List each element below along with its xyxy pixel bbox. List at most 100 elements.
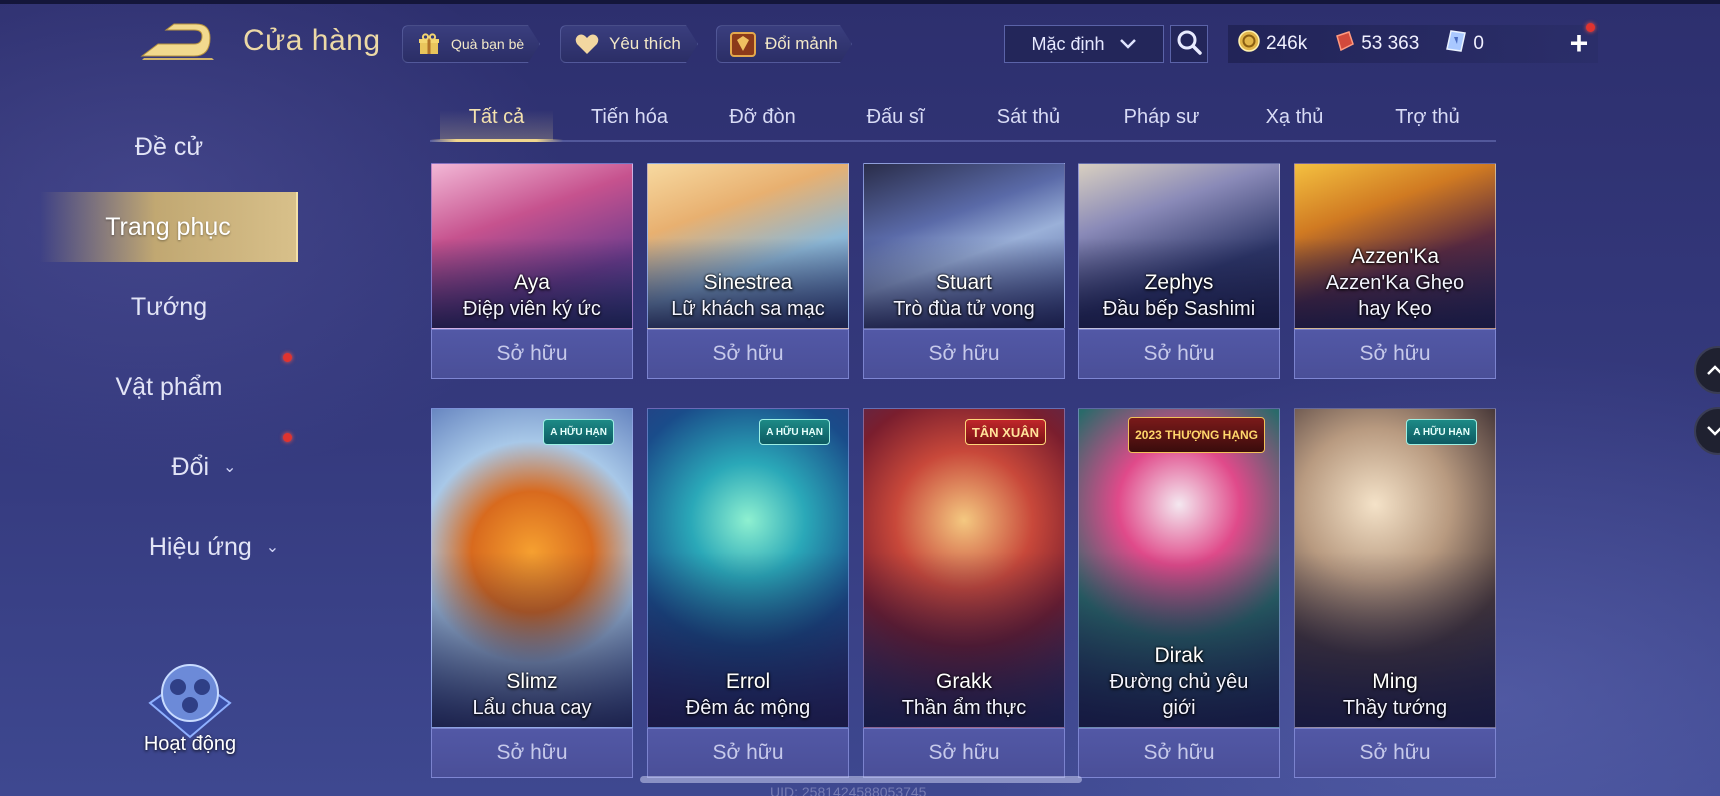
skin-artwork: Aya Điệp viên ký ức (431, 163, 633, 329)
limited-rank-badge: A HỮU HẠN (759, 419, 830, 445)
sidebar-item-recommended[interactable]: Đề cử (40, 112, 298, 182)
hero-name: Aya (514, 271, 550, 294)
owned-button[interactable]: Sở hữu (647, 329, 849, 379)
skin-name: Trò đùa tử vong (893, 298, 1035, 320)
owned-button[interactable]: Sở hữu (647, 728, 849, 778)
hero-name: Grakk (935, 670, 992, 693)
shard-chest-icon (729, 30, 757, 58)
activity-orb-icon (148, 664, 232, 739)
tab-support[interactable]: Trợ thủ (1361, 98, 1494, 140)
skin-name: Thầy tướng (1342, 697, 1448, 719)
owned-button[interactable]: Sở hữu (1078, 329, 1280, 379)
sidebar-item-label: Đổi (171, 452, 210, 481)
skin-artwork: TÂN XUÂN Grakk Thần ẩm thực (863, 408, 1065, 728)
currency-bar: 246k 53 363 0 (1228, 25, 1598, 63)
notification-dot (283, 353, 292, 362)
sidebar-item-exchange[interactable]: Đổi ⌄ (40, 432, 298, 502)
hero-name: Ming (1372, 670, 1418, 693)
friend-gifts-label: Quà bạn bè (451, 36, 525, 52)
voucher-currency: 53 363 (1333, 30, 1419, 58)
tab-mage[interactable]: Pháp sư (1095, 98, 1228, 140)
skin-name: Lẩu chua cay (472, 697, 592, 719)
skin-artwork: A HỮU HẠN Slimz Lẩu chua cay (431, 408, 633, 728)
hero-name: Sinestrea (703, 271, 793, 294)
sort-dropdown[interactable]: Mặc định (1004, 25, 1164, 63)
sidebar-item-heroes[interactable]: Tướng (40, 272, 298, 342)
skin-name: Đường chủ yêu giới (1109, 671, 1249, 719)
notification-dot (1586, 23, 1595, 32)
tab-marksman[interactable]: Xạ thủ (1228, 98, 1361, 140)
chevron-down-icon: ⌄ (265, 539, 280, 556)
hero-name: Errol (725, 670, 771, 693)
sidebar-item-items[interactable]: Vật phẩm (40, 352, 298, 422)
skin-name: Điệp viên ký ức (463, 298, 601, 320)
owned-button[interactable]: Sở hữu (1294, 329, 1496, 379)
category-tabs: Tất cả Tiến hóa Đỡ đòn Đấu sĩ Sát thủ Ph… (430, 98, 1496, 142)
sidebar-item-label: Trang phục (105, 212, 231, 241)
premium-2023-badge: 2023 THƯỢNG HẠNG (1128, 417, 1265, 453)
owned-button[interactable]: Sở hữu (431, 728, 633, 778)
chevron-down-icon: ⌄ (223, 459, 237, 476)
owned-button[interactable]: Sở hữu (863, 329, 1065, 379)
skin-name: Lữ khách sa mạc (671, 298, 825, 320)
voucher-gem-icon (1333, 30, 1355, 58)
gold-currency: 246k (1238, 30, 1307, 58)
skin-artwork: Azzen'Ka Azzen'Ka Ghẹo hay Kẹo (1294, 163, 1496, 329)
horizontal-scrollbar[interactable] (640, 776, 1082, 783)
limited-rank-badge: A HỮU HẠN (1406, 419, 1477, 445)
activity-label: Hoạt động (143, 733, 237, 755)
search-button[interactable] (1170, 25, 1208, 63)
skin-artwork: Stuart Trò đùa tử vong (863, 163, 1065, 329)
shard-exchange-button[interactable]: Đổi mảnh (716, 25, 852, 63)
tab-all[interactable]: Tất cả (430, 98, 563, 142)
tab-tank[interactable]: Đỡ đòn (696, 98, 829, 140)
hero-name: Slimz (506, 670, 558, 693)
page-title: Cửa hàng (243, 24, 381, 57)
limited-rank-badge: A HỮU HẠN (543, 419, 614, 445)
diamond-currency: 0 (1445, 29, 1484, 59)
skin-name: Đêm ác mộng (685, 697, 811, 719)
voucher-amount: 53 363 (1361, 33, 1420, 54)
chevron-down-icon (1707, 426, 1720, 436)
gold-amount: 246k (1266, 33, 1308, 54)
tab-evolution[interactable]: Tiến hóa (563, 98, 696, 140)
sidebar-item-label: Tướng (130, 292, 208, 321)
skin-artwork: A HỮU HẠN Ming Thầy tướng (1294, 408, 1496, 728)
user-id: UID: 2581424588053745 (770, 784, 927, 796)
search-icon (1176, 29, 1202, 60)
skin-artwork: Sinestrea Lữ khách sa mạc (647, 163, 849, 329)
friend-gifts-button[interactable]: Quà bạn bè (402, 25, 540, 63)
sidebar-item-label: Vật phẩm (115, 372, 223, 401)
shard-exchange-label: Đổi mảnh (765, 34, 838, 53)
gift-icon (415, 30, 443, 58)
skin-artwork: Zephys Đầu bếp Sashimi (1078, 163, 1280, 329)
favorites-label: Yêu thích (609, 34, 681, 53)
tab-assassin[interactable]: Sát thủ (962, 98, 1095, 140)
new-spring-badge: TÂN XUÂN (964, 419, 1046, 445)
hero-name: Dirak (1154, 644, 1204, 667)
back-arrow-icon (140, 23, 214, 60)
diamond-card-icon (1445, 29, 1467, 59)
top-edge (0, 0, 1720, 4)
sidebar-item-skins[interactable]: Trang phục (40, 192, 298, 262)
favorites-button[interactable]: Yêu thích (560, 25, 698, 63)
owned-button[interactable]: Sở hữu (1294, 728, 1496, 778)
hero-name: Stuart (935, 271, 993, 294)
tab-fighter[interactable]: Đấu sĩ (829, 98, 962, 140)
owned-button[interactable]: Sở hữu (1078, 728, 1280, 778)
hero-name: Zephys (1144, 271, 1214, 294)
owned-button[interactable]: Sở hữu (431, 329, 633, 379)
chevron-up-icon (1707, 365, 1720, 375)
sidebar-item-label: Đề cử (134, 132, 204, 161)
back-button[interactable] (140, 22, 216, 62)
owned-button[interactable]: Sở hữu (863, 728, 1065, 778)
skin-artwork: A HỮU HẠN Errol Đêm ác mộng (647, 408, 849, 728)
diamond-amount: 0 (1473, 33, 1484, 54)
sidebar-item-effects[interactable]: Hiệu ứng ⌄ (40, 512, 298, 582)
chevron-down-icon (1119, 34, 1137, 55)
skin-name: Thần ẩm thực (901, 697, 1027, 719)
notification-dot (283, 433, 292, 442)
sidebar-item-label: Hiệu ứng (148, 532, 252, 561)
heart-icon (573, 30, 601, 58)
skin-name: Đầu bếp Sashimi (1102, 298, 1256, 320)
